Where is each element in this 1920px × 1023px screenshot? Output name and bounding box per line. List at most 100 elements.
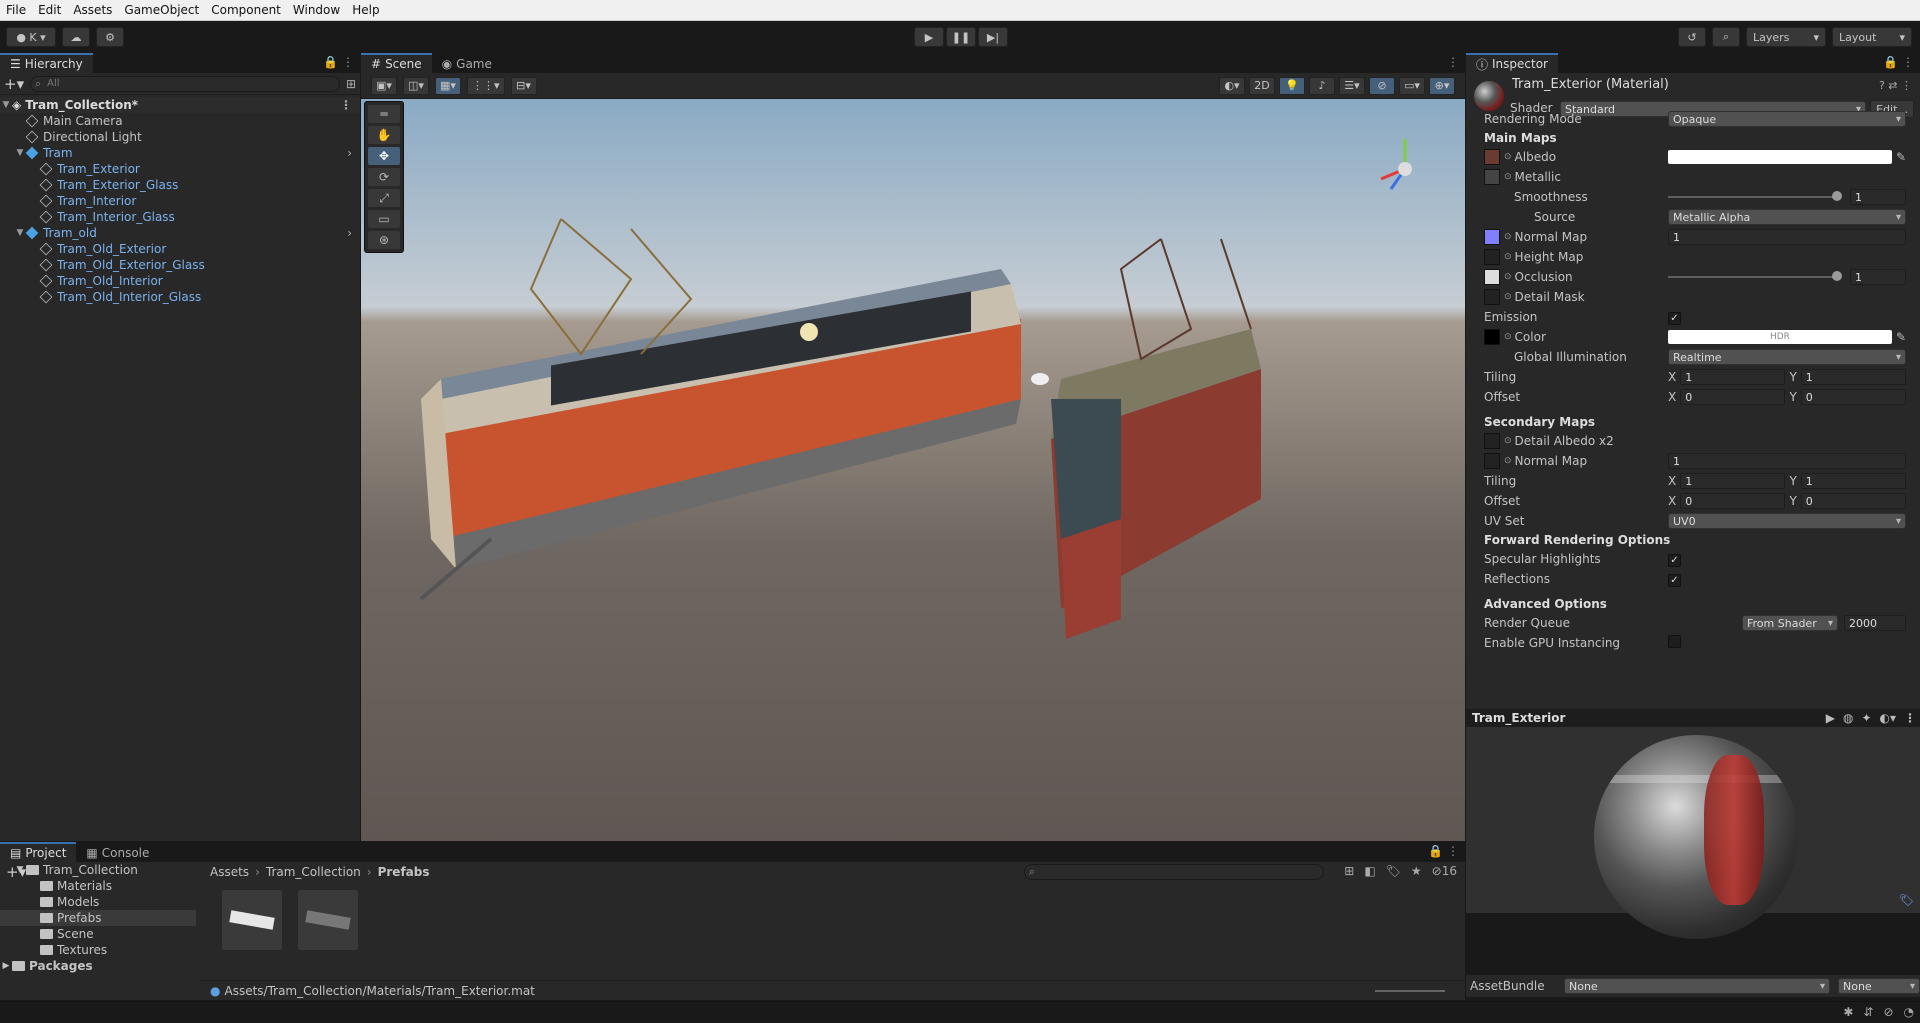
scene-menu-icon[interactable]: ⋮: [1447, 55, 1459, 69]
expand-arrow-icon[interactable]: ▼: [14, 228, 26, 238]
expand-arrow-icon[interactable]: ▼: [0, 100, 12, 110]
project-folder[interactable]: Textures: [0, 942, 196, 958]
increment-snap[interactable]: ⊟▾: [510, 76, 537, 95]
expand-arrow-icon[interactable]: ▶: [0, 961, 12, 971]
smoothness-slider-knob[interactable]: [1832, 191, 1842, 201]
search-options-icon[interactable]: ⊞: [346, 77, 356, 91]
tab-scene[interactable]: # Scene: [361, 53, 432, 73]
asset-thumb-tram-old[interactable]: [298, 890, 358, 950]
detail-mask-slot[interactable]: [1484, 289, 1500, 305]
normal-map-field[interactable]: 1: [1668, 229, 1906, 245]
hierarchy-item[interactable]: Main Camera: [0, 113, 360, 129]
menu-help[interactable]: Help: [346, 3, 385, 17]
normal-map-slot[interactable]: [1484, 229, 1500, 245]
occlusion-slot[interactable]: [1484, 269, 1500, 285]
breadcrumb-tram-collection[interactable]: Tram_Collection: [266, 865, 361, 879]
move-tool-icon[interactable]: ✥: [368, 147, 400, 165]
hierarchy-menu-icon[interactable]: 🔒 ⋮: [323, 55, 354, 69]
hdr-color-field[interactable]: HDR: [1668, 330, 1892, 344]
source-dropdown[interactable]: Metallic Alpha: [1668, 209, 1906, 225]
hierarchy-item[interactable]: Tram_Old_Exterior_Glass: [0, 257, 360, 273]
open-prefab-icon[interactable]: ›: [347, 146, 352, 160]
layers-dropdown[interactable]: Layers ▾: [1746, 27, 1826, 47]
picker-circle-icon[interactable]: ⊙: [1504, 252, 1512, 262]
occlusion-field[interactable]: 1: [1850, 269, 1906, 285]
picker-circle-icon[interactable]: ⊙: [1504, 152, 1512, 162]
breadcrumb-assets[interactable]: Assets: [210, 865, 249, 879]
specular-highlights-checkbox[interactable]: ✓: [1668, 553, 1681, 567]
smoothness-field[interactable]: 1: [1850, 189, 1906, 205]
hierarchy-search-input[interactable]: All: [30, 75, 340, 92]
step-button[interactable]: ▶|: [978, 27, 1008, 47]
play-button[interactable]: ▶: [914, 27, 944, 47]
pause-button[interactable]: ❚❚: [946, 27, 976, 47]
uv-set-dropdown[interactable]: UV0: [1668, 513, 1906, 529]
tiling2-y-field[interactable]: 1: [1800, 473, 1906, 489]
packages-folder[interactable]: ▶ Packages: [0, 958, 196, 974]
picker-circle-icon[interactable]: ⊙: [1504, 272, 1512, 282]
draw-mode-dropdown[interactable]: ▣▾: [371, 76, 397, 95]
project-folder[interactable]: ▼ Tram_Collection: [0, 862, 196, 878]
eyedropper-icon[interactable]: ✎: [1896, 330, 1906, 344]
menu-gameobject[interactable]: GameObject: [118, 3, 205, 17]
hierarchy-item[interactable]: Tram_Interior_Glass: [0, 209, 360, 225]
picker-circle-icon[interactable]: ⊙: [1504, 292, 1512, 302]
progress-icon[interactable]: ◔: [1904, 1005, 1914, 1019]
grid-snap-toggle[interactable]: ▦▾: [435, 76, 461, 95]
detail-normal-field[interactable]: 1: [1668, 453, 1906, 469]
hierarchy-item[interactable]: ▼ Tram_old ›: [0, 225, 360, 241]
account-dropdown[interactable]: ● K ▾: [6, 27, 56, 47]
rendering-mode-dropdown[interactable]: Opaque: [1668, 111, 1906, 127]
light-icon[interactable]: ✦: [1861, 711, 1871, 725]
hierarchy-item[interactable]: Tram_Old_Interior: [0, 273, 360, 289]
emission-texture-slot[interactable]: [1484, 329, 1500, 345]
tiling-x-field[interactable]: 1: [1680, 369, 1786, 385]
picker-circle-icon[interactable]: ⊙: [1504, 332, 1512, 342]
cache-icon[interactable]: ⊘: [1883, 1005, 1893, 1019]
height-map-slot[interactable]: [1484, 249, 1500, 265]
offset-y-field[interactable]: 0: [1800, 389, 1906, 405]
project-folder[interactable]: Models: [0, 894, 196, 910]
tab-project[interactable]: ▤ Project: [0, 842, 77, 862]
rect-tool-icon[interactable]: ▭: [368, 210, 400, 228]
reflections-checkbox[interactable]: ✓: [1668, 573, 1681, 587]
layout-dropdown[interactable]: Layout ▾: [1832, 27, 1912, 47]
albedo-color-field[interactable]: [1668, 150, 1892, 164]
emission-checkbox[interactable]: ✓: [1668, 311, 1681, 325]
menu-file[interactable]: File: [0, 3, 32, 17]
orientation-dropdown[interactable]: ◐▾: [1219, 76, 1245, 95]
camera-dropdown[interactable]: ▭▾: [1399, 76, 1425, 95]
offset2-y-field[interactable]: 0: [1800, 493, 1906, 509]
background-icon[interactable]: ◐▾: [1880, 711, 1897, 725]
render-queue-dropdown[interactable]: From Shader: [1742, 615, 1838, 631]
hand-tool-icon[interactable]: ✋: [368, 126, 400, 144]
smoothness-slider-track[interactable]: [1668, 196, 1836, 198]
picker-circle-icon[interactable]: ⊙: [1504, 436, 1512, 446]
breadcrumb-prefabs[interactable]: Prefabs: [378, 865, 430, 879]
tab-hierarchy[interactable]: ☰ Hierarchy: [0, 53, 93, 73]
audio-toggle[interactable]: ♪: [1309, 76, 1335, 95]
menu-edit[interactable]: Edit: [32, 3, 67, 17]
cloud-button[interactable]: ☁: [62, 27, 90, 47]
undo-history-button[interactable]: ↺: [1678, 27, 1706, 47]
asset-thumb-tram[interactable]: [222, 890, 282, 950]
tiling-y-field[interactable]: 1: [1800, 369, 1906, 385]
mode-2d-toggle[interactable]: 2D: [1249, 76, 1275, 95]
material-preview[interactable]: 🏷: [1466, 727, 1920, 939]
inspector-menu-icon[interactable]: 🔒 ⋮: [1883, 55, 1914, 69]
open-prefab-icon[interactable]: ›: [347, 226, 352, 240]
scale-tool-icon[interactable]: ⤢: [368, 189, 400, 207]
detail-albedo-slot[interactable]: [1484, 433, 1500, 449]
assetbundle-variant-dropdown[interactable]: None: [1838, 978, 1920, 994]
albedo-texture-slot[interactable]: [1484, 149, 1500, 165]
assetbundle-dropdown[interactable]: None: [1564, 978, 1830, 994]
hierarchy-item[interactable]: Directional Light: [0, 129, 360, 145]
hierarchy-item[interactable]: Tram_Exterior_Glass: [0, 177, 360, 193]
picker-circle-icon[interactable]: ⊙: [1504, 172, 1512, 182]
render-queue-field[interactable]: 2000: [1844, 615, 1906, 631]
tiling2-x-field[interactable]: 1: [1680, 473, 1786, 489]
transform-tool-icon[interactable]: ⊛: [368, 231, 400, 249]
search-button[interactable]: ⌕: [1712, 27, 1740, 47]
metallic-texture-slot[interactable]: [1484, 169, 1500, 185]
hierarchy-item[interactable]: Tram_Old_Exterior: [0, 241, 360, 257]
